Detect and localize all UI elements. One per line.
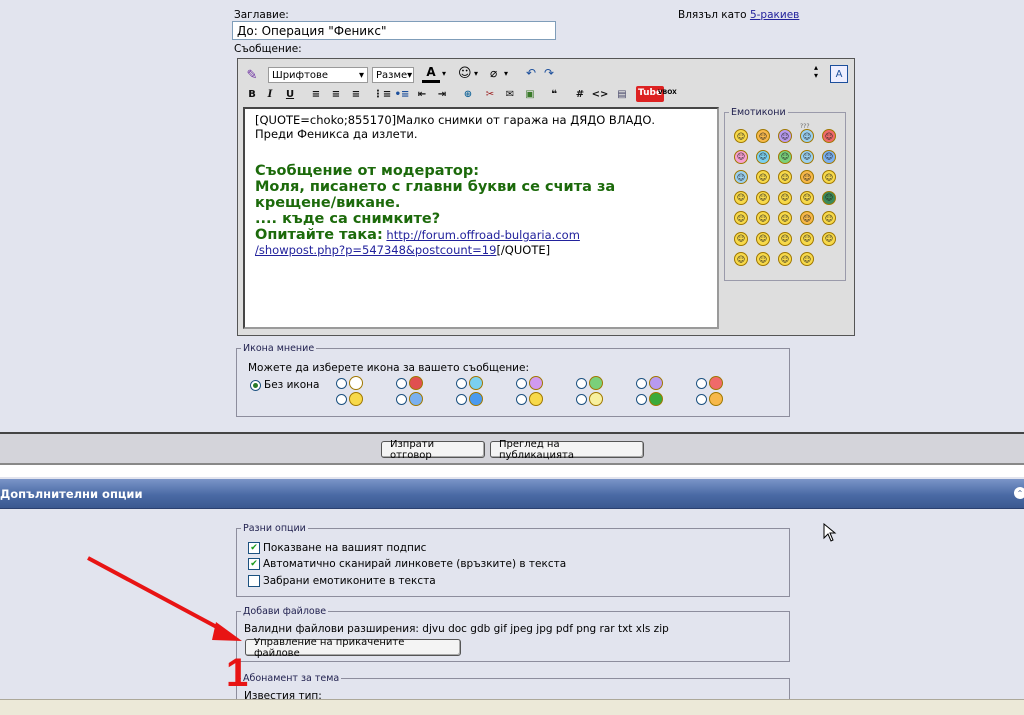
annotation-arrow-line bbox=[87, 556, 227, 634]
mouse-cursor-icon bbox=[823, 523, 837, 542]
annotation-number: 1 bbox=[226, 651, 248, 695]
annotation-arrow-head bbox=[212, 622, 242, 641]
annotation-layer: 1 bbox=[87, 556, 248, 695]
